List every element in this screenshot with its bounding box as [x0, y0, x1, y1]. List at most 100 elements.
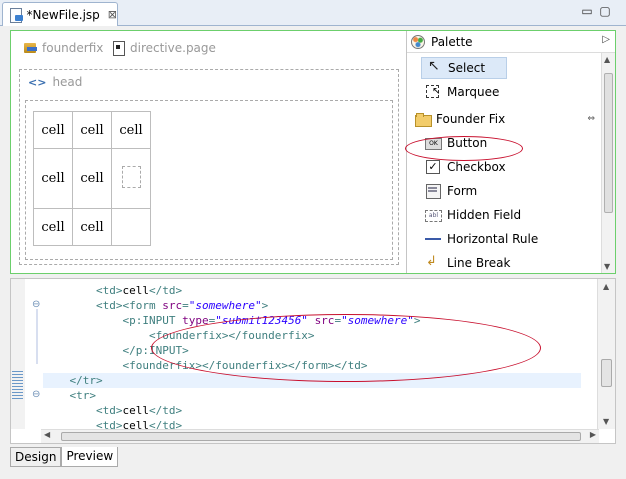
directive-page-element[interactable]: directive.page [111, 41, 216, 56]
checkbox-icon [425, 159, 441, 175]
code-line[interactable]: <td><form src="somewhere"> [43, 298, 581, 313]
tab-preview[interactable]: Preview [61, 447, 119, 467]
palette-scrollbar[interactable]: ▲ ▼ [601, 53, 615, 273]
table-cell[interactable]: cell [72, 148, 112, 209]
body-container[interactable]: cell cell cell cell cell cell cell [25, 100, 393, 260]
form-icon [425, 183, 441, 199]
code-token: </tr> [69, 374, 103, 387]
table-row: cell cell [33, 148, 151, 209]
table-cell-empty[interactable] [111, 208, 151, 246]
editor-tab-title: *NewFile.jsp [26, 7, 100, 22]
scroll-up-icon[interactable]: ▲ [604, 55, 610, 64]
palette-tool-select[interactable]: Select [421, 57, 507, 79]
code-token: cell [122, 284, 149, 297]
table-cell[interactable]: cell [33, 111, 73, 149]
scroll-right-icon[interactable]: ▶ [590, 430, 596, 439]
palette-tool-label: Select [448, 61, 486, 75]
palette-item-hidden-field[interactable]: Hidden Field [425, 204, 609, 226]
editor-tab-newfile[interactable]: *NewFile.jsp ⊠ [2, 2, 118, 26]
folder-open-icon [415, 112, 432, 127]
source-horizontal-scrollbar[interactable]: ◀ ▶ [41, 429, 599, 443]
table-cell-form[interactable] [111, 148, 151, 209]
table-cell[interactable]: cell [111, 111, 151, 149]
tag-brackets-icon: <> [28, 76, 47, 89]
table-cell[interactable]: cell [72, 111, 112, 149]
palette-item-label: Horizontal Rule [447, 232, 539, 246]
code-token: = [182, 299, 189, 312]
editor-mode-tabs: Design Preview [10, 447, 119, 467]
directive-label: directive.page [130, 41, 216, 55]
design-canvas[interactable]: founderfix directive.page <> head cell ce… [11, 31, 406, 273]
palette-item-label: Line Break [447, 256, 511, 270]
table-row: cell cell [33, 208, 151, 246]
head-container[interactable]: <> head cell cell cell cell cell cell ce… [19, 69, 399, 265]
maximize-icon[interactable]: ▢ [598, 5, 612, 19]
select-arrow-icon [426, 58, 442, 76]
palette-icon [411, 34, 425, 49]
fold-range-bar [36, 309, 38, 364]
source-vertical-scrollbar[interactable]: ▲ ▼ [597, 279, 615, 429]
editor-ruler [11, 279, 25, 429]
code-line[interactable]: <tr> [43, 388, 581, 403]
scroll-down-icon[interactable]: ▼ [603, 417, 609, 426]
code-line[interactable]: <td>cell</td> [43, 283, 581, 298]
scroll-up-icon[interactable]: ▲ [603, 282, 609, 291]
code-token: </td> [148, 284, 183, 297]
palette-item-label: Hidden Field [447, 208, 522, 222]
founderfix-tag-icon [23, 41, 39, 55]
hidden-field-icon [425, 207, 442, 223]
palette-item-line-break[interactable]: Line Break [425, 252, 609, 274]
source-editor[interactable]: <td>cell</td> <td><form src="somewhere">… [10, 278, 616, 444]
founderfix-element[interactable]: founderfix [23, 41, 103, 55]
palette-tool-marquee[interactable]: Marquee [425, 81, 609, 103]
code-token: </td> [148, 404, 183, 417]
table-row: cell cell cell [33, 111, 151, 149]
jsp-file-icon [8, 7, 23, 23]
horizontal-rule-icon [425, 231, 441, 247]
palette-header: Palette ▷ [407, 31, 615, 53]
editor-tab-bar: *NewFile.jsp ⊠ ▭ ▢ [0, 0, 626, 26]
palette-title: Palette [431, 34, 473, 49]
line-break-icon [425, 254, 441, 271]
annotation-ellipse-code [151, 314, 541, 382]
form-placeholder[interactable] [121, 165, 141, 188]
palette-item-form[interactable]: Form [425, 180, 609, 202]
code-line[interactable]: <td>cell</td> [43, 403, 581, 418]
code-token: src [162, 299, 183, 312]
scroll-left-icon[interactable]: ◀ [44, 430, 50, 439]
code-token: <p:INPUT [122, 314, 183, 327]
founderfix-label: founderfix [42, 41, 104, 55]
palette-scroll-thumb[interactable] [604, 73, 613, 213]
close-tab-icon[interactable]: ⊠ [108, 8, 117, 21]
table-cell[interactable]: cell [33, 148, 73, 209]
drawer-label: Founder Fix [436, 112, 506, 126]
table-cell[interactable]: cell [33, 208, 73, 246]
palette-item-horizontal-rule[interactable]: Horizontal Rule [425, 228, 609, 250]
fold-toggle-icon[interactable]: ⊖ [32, 299, 40, 310]
annotation-ellipse-palette [405, 136, 523, 161]
palette-collapse-arrow-icon[interactable]: ▷ [602, 34, 610, 45]
code-token: <td> [95, 284, 123, 297]
fold-toggle-icon[interactable]: ⊖ [32, 389, 40, 400]
source-hscroll-thumb[interactable] [61, 432, 581, 441]
change-marker [12, 369, 23, 399]
code-token: <td><form [95, 299, 163, 312]
scroll-down-icon[interactable]: ▼ [604, 262, 610, 271]
palette-tool-label: Marquee [447, 85, 500, 99]
marquee-icon [425, 84, 441, 100]
minimize-icon[interactable]: ▭ [580, 5, 594, 19]
directive-icon [111, 41, 127, 56]
head-text: head [52, 75, 83, 89]
code-token: > [261, 299, 269, 312]
design-view: founderfix directive.page <> head cell ce… [10, 30, 616, 274]
source-vscroll-thumb[interactable] [601, 359, 612, 387]
code-token: cell [122, 404, 149, 417]
table-cell[interactable]: cell [72, 208, 112, 246]
cell-table[interactable]: cell cell cell cell cell cell cell [33, 111, 151, 246]
palette-drawer-founder-fix[interactable]: Founder Fix ⇔ [407, 108, 603, 130]
code-token: <tr> [69, 389, 97, 402]
code-token: <td> [95, 404, 123, 417]
head-label: <> head [28, 75, 82, 89]
tab-design[interactable]: Design [10, 447, 62, 467]
drawer-pin-icon[interactable]: ⇔ [587, 114, 595, 124]
